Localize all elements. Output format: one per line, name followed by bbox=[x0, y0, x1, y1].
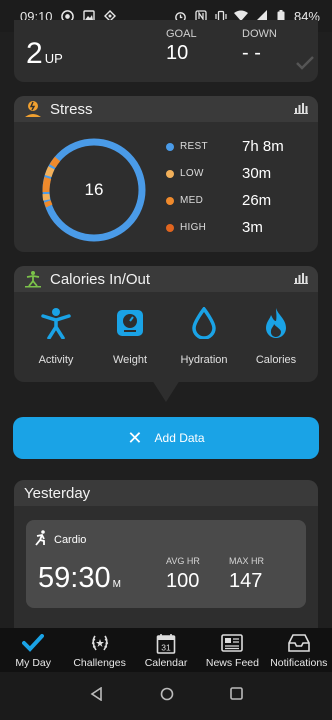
back-icon[interactable] bbox=[90, 686, 104, 706]
stress-title: Stress bbox=[50, 100, 93, 118]
flame-icon bbox=[259, 306, 293, 340]
stress-score: 16 bbox=[84, 180, 104, 199]
legend-rest-value: 7h 8m bbox=[242, 138, 284, 155]
down-value: - - bbox=[242, 42, 261, 64]
weight-label: Weight bbox=[112, 354, 148, 366]
nav-notifications[interactable]: Notifications bbox=[266, 628, 332, 672]
add-data-label: Add Data bbox=[154, 431, 205, 445]
calendar-icon: 31 bbox=[155, 632, 177, 654]
check-icon bbox=[296, 56, 314, 75]
calories-label: Calories bbox=[255, 354, 297, 366]
nav-news-feed[interactable]: News Feed bbox=[199, 628, 265, 672]
recents-icon[interactable] bbox=[229, 687, 243, 705]
drop-icon bbox=[187, 306, 221, 340]
activity-duration: 59:30 M bbox=[38, 562, 121, 595]
add-data-button[interactable]: ✕ Add Data bbox=[13, 417, 319, 459]
legend-med-label: MED bbox=[180, 195, 204, 206]
bottom-nav: My Day Challenges 31 Calendar News Feed … bbox=[0, 628, 332, 672]
avg-hr-value: 100 bbox=[166, 570, 200, 592]
yesterday-card: Yesterday Cardio 59:30 M AVG HR 100 MAX H… bbox=[14, 480, 318, 630]
activity-title: Cardio bbox=[34, 530, 86, 549]
scale-icon bbox=[113, 306, 147, 340]
legend-rest: REST 7h 8m bbox=[166, 138, 306, 155]
nav-calendar[interactable]: 31 Calendar bbox=[133, 628, 199, 672]
hydration-label: Hydration bbox=[180, 354, 228, 366]
floors-card[interactable]: 2 UP GOAL 10 DOWN - - bbox=[14, 20, 318, 82]
max-hr-value: 147 bbox=[229, 570, 263, 592]
weight-button[interactable]: Weight bbox=[94, 306, 166, 366]
activity-button[interactable]: Activity bbox=[20, 306, 92, 366]
newsfeed-icon bbox=[221, 632, 244, 654]
yesterday-header: Yesterday bbox=[14, 480, 318, 506]
cardio-activity-card[interactable]: Cardio 59:30 M AVG HR 100 MAX HR 147 bbox=[26, 520, 306, 608]
activity-name: Cardio bbox=[54, 533, 87, 546]
duration-value: 59:30 bbox=[38, 562, 111, 594]
legend-med: MED 26m bbox=[166, 192, 306, 209]
nav-my-day[interactable]: My Day bbox=[0, 628, 66, 672]
legend-high: HIGH 3m bbox=[166, 219, 306, 236]
legend-low: LOW 30m bbox=[166, 165, 306, 182]
down-label: DOWN bbox=[242, 28, 277, 40]
stress-card[interactable]: Stress 16 REST 7h 8m LOW 30m MED 26m HIG… bbox=[14, 96, 318, 252]
inbox-icon bbox=[288, 632, 310, 654]
activity-label: Activity bbox=[38, 354, 74, 366]
legend-high-value: 3m bbox=[242, 219, 263, 236]
stress-icon bbox=[24, 100, 42, 118]
floors-up: 2 UP bbox=[26, 37, 63, 71]
calories-inout-icon bbox=[24, 270, 42, 288]
goal-value: 10 bbox=[166, 42, 189, 64]
nav-challenges[interactable]: Challenges bbox=[66, 628, 132, 672]
max-hr-label: MAX HR bbox=[229, 556, 265, 566]
duration-unit: M bbox=[112, 579, 121, 590]
nav-calendar-label: Calendar bbox=[144, 657, 188, 669]
hydration-button[interactable]: Hydration bbox=[168, 306, 240, 366]
floors-up-value: 2 bbox=[26, 37, 43, 70]
check-icon bbox=[22, 632, 45, 654]
rest-dot bbox=[166, 142, 174, 151]
legend-high-label: HIGH bbox=[180, 222, 207, 233]
cardio-icon bbox=[34, 530, 48, 549]
calories-title: Calories In/Out bbox=[50, 270, 151, 288]
nav-my-day-label: My Day bbox=[15, 657, 51, 669]
laurel-icon bbox=[89, 632, 111, 654]
legend-low-label: LOW bbox=[180, 168, 204, 179]
legend-rest-label: REST bbox=[180, 141, 208, 152]
stress-header: Stress bbox=[14, 96, 318, 122]
home-icon[interactable] bbox=[160, 687, 174, 706]
high-dot bbox=[166, 223, 174, 232]
avg-hr-label: AVG HR bbox=[166, 556, 200, 566]
calendar-day-text: 31 bbox=[161, 642, 171, 652]
nav-news-feed-label: News Feed bbox=[205, 657, 259, 669]
nav-notifications-label: Notifications bbox=[270, 657, 328, 669]
bar-chart-icon[interactable] bbox=[294, 101, 308, 118]
nav-challenges-label: Challenges bbox=[73, 657, 126, 669]
calories-button[interactable]: Calories bbox=[240, 306, 312, 366]
legend-low-value: 30m bbox=[242, 165, 272, 182]
system-nav-bar bbox=[0, 672, 332, 720]
med-dot bbox=[166, 196, 174, 205]
add-icon: ✕ bbox=[127, 427, 143, 448]
floors-up-unit: UP bbox=[44, 51, 63, 66]
yesterday-title: Yesterday bbox=[24, 484, 91, 502]
calories-header: Calories In/Out bbox=[14, 266, 318, 292]
low-dot bbox=[166, 169, 174, 178]
legend-med-value: 26m bbox=[242, 192, 272, 209]
goal-label: GOAL bbox=[166, 28, 197, 40]
bar-chart-icon[interactable] bbox=[294, 271, 308, 288]
activity-icon bbox=[39, 306, 73, 340]
calories-card: Calories In/Out Activity Weight Hydratio… bbox=[14, 266, 318, 382]
callout-pointer bbox=[152, 380, 180, 402]
